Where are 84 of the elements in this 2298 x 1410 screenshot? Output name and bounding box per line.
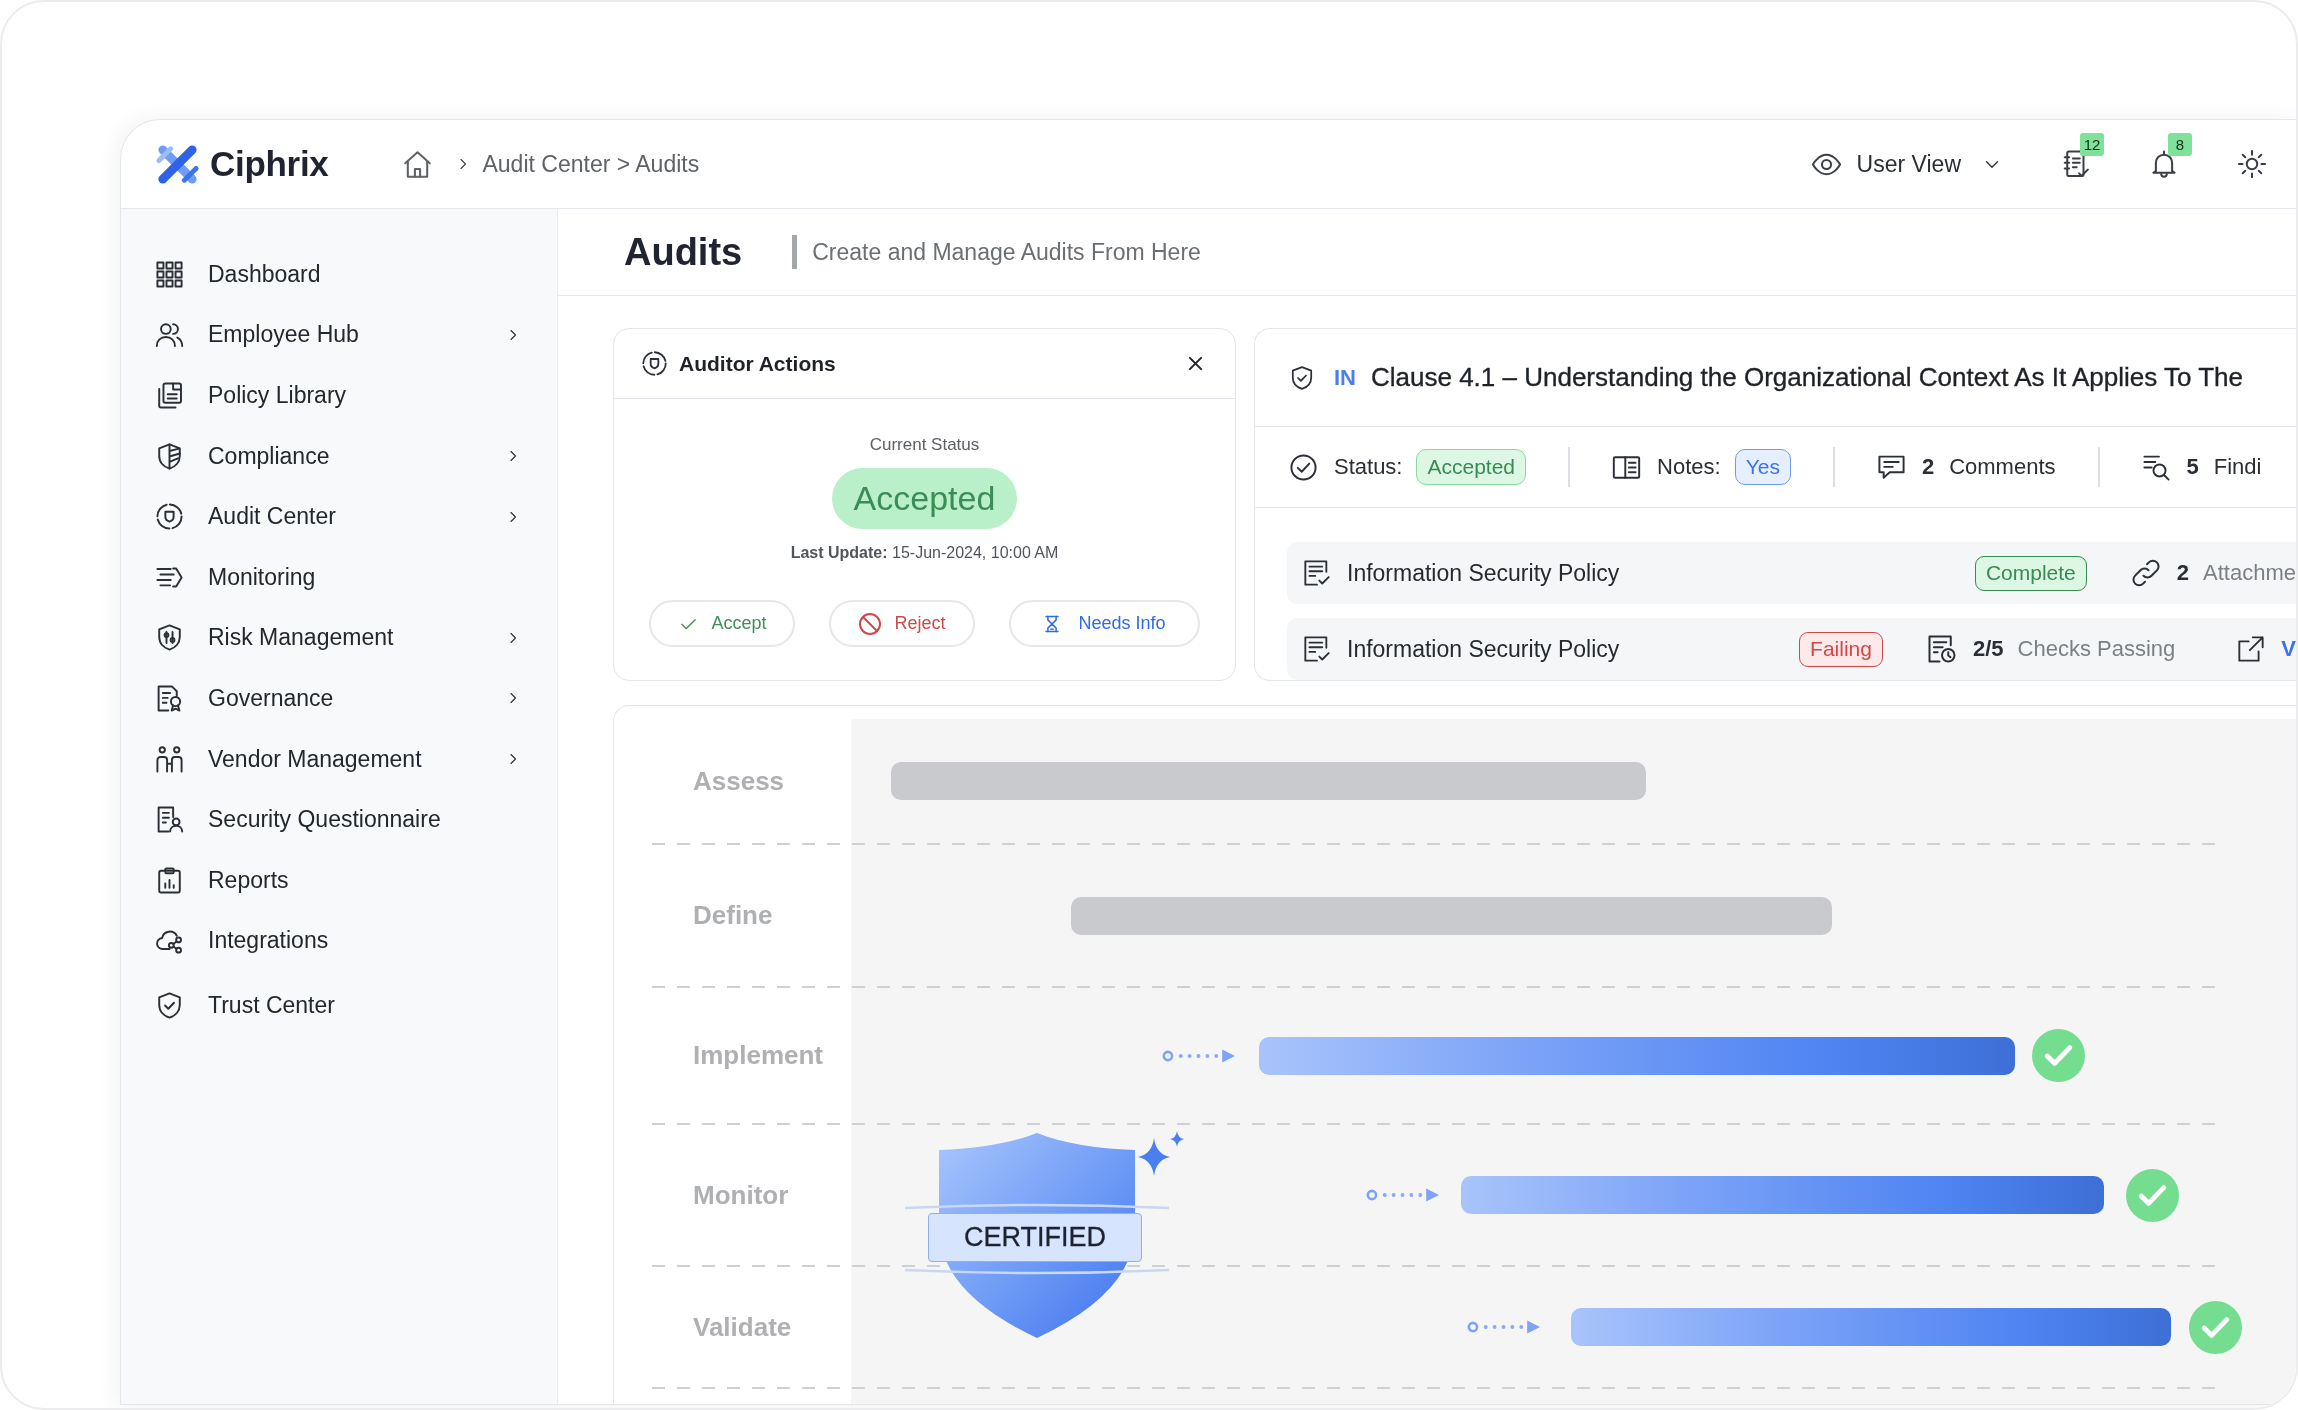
check-circle-icon — [2032, 1029, 2085, 1082]
sidebar-item[interactable]: Reports — [155, 849, 519, 911]
metric-label: Attachme — [2203, 560, 2296, 586]
external-link-icon[interactable] — [2237, 635, 2266, 663]
sidebar-item[interactable]: Policy Library — [155, 365, 519, 426]
page-title: Audits — [624, 230, 743, 274]
documents-icon — [155, 381, 184, 410]
sidebar-item[interactable]: Employee Hub — [155, 304, 519, 366]
sidebar-item[interactable]: Audit Center — [155, 486, 519, 547]
policy-title: Information Security Policy — [1347, 635, 1620, 663]
reject-button[interactable]: Reject — [829, 600, 975, 647]
sidebar-item[interactable]: Compliance — [155, 425, 519, 487]
document-check-icon — [1302, 635, 1332, 663]
sidebar-item[interactable]: Monitoring — [155, 546, 519, 608]
count-badge: 8 — [2168, 133, 2192, 156]
bell-icon[interactable] — [2149, 149, 2179, 179]
clipboard-chart-icon — [155, 865, 184, 895]
prohibited-icon — [858, 611, 883, 636]
people-pair-icon — [155, 744, 184, 774]
count-badge: 12 — [2080, 133, 2104, 156]
sidebar-item[interactable]: Trust Center — [155, 975, 519, 1036]
shield-ring-icon — [641, 350, 668, 377]
dotted-arrow-icon — [1467, 1319, 1541, 1335]
status-pill: Accepted — [831, 468, 1018, 529]
check-circle-icon — [2189, 1300, 2242, 1354]
link-icon — [2130, 558, 2161, 588]
checklist-icon[interactable] — [2061, 149, 2091, 179]
stage-label: Implement — [692, 1040, 825, 1071]
page-subtitle: Create and Manage Audits From Here — [812, 238, 1201, 266]
policy-title: Information Security Policy — [1347, 559, 1620, 587]
stage-label: Monitor — [692, 1179, 790, 1211]
sidebar-item[interactable]: Governance — [155, 668, 519, 729]
view-link[interactable]: V — [2281, 636, 2296, 662]
grid-icon — [155, 259, 184, 289]
last-update: Last Update: 15-Jun-2024, 10:00 AM — [790, 543, 1059, 563]
stage-label: Define — [692, 900, 774, 931]
status-badge: Accepted — [1416, 449, 1527, 485]
document-check-icon — [1302, 559, 1332, 587]
stat-label: Comments — [1949, 454, 2056, 480]
sidebar-item[interactable]: Integrations — [155, 910, 519, 972]
stat-label: Notes: — [1657, 454, 1721, 480]
document-award-icon — [155, 683, 184, 713]
check-circle-icon — [1289, 452, 1318, 482]
close-button[interactable] — [1188, 356, 1203, 371]
metric-label: Checks Passing — [2017, 636, 2176, 662]
view-selector[interactable]: User View — [1810, 148, 2003, 180]
document-person-icon — [155, 805, 184, 835]
sun-icon[interactable] — [2237, 149, 2267, 179]
brand-name: Ciphrix — [210, 144, 329, 184]
people-icon — [155, 320, 184, 350]
stat-count: 2 — [1921, 454, 1935, 480]
stage-label: Validate — [692, 1311, 793, 1343]
metric-count: 2 — [2176, 560, 2190, 586]
card-title: Auditor Actions — [679, 351, 836, 376]
certified-label: CERTIFIED — [928, 1213, 1142, 1262]
stage-label: Assess — [692, 765, 786, 797]
sidebar-item[interactable]: Vendor Management — [155, 728, 519, 790]
breadcrumb[interactable]: Audit Center > Audits — [482, 150, 700, 178]
shield-check-icon — [1289, 363, 1315, 392]
shield-icon — [155, 441, 184, 471]
needs-info-button[interactable]: Needs Info — [1008, 600, 1200, 647]
shield-sliders-icon — [155, 623, 184, 653]
clause-tag: IN — [1334, 364, 1356, 391]
clause-title: Clause 4.1 – Understanding the Organizational Context As It Applies To The — [1371, 362, 2244, 393]
close-icon — [1188, 356, 1203, 371]
stat-label: Status: — [1334, 454, 1403, 480]
home-icon[interactable] — [402, 148, 434, 180]
document-clock-icon — [1926, 634, 1957, 664]
status-badge: Complete — [1974, 555, 2087, 591]
status-caption: Current Status — [869, 434, 980, 456]
stat-count: 5 — [2186, 454, 2199, 480]
status-badge: Failing — [1799, 631, 1883, 667]
dotted-arrow-icon — [1162, 1047, 1236, 1064]
sidebar-item[interactable]: Security Questionnaire — [155, 789, 519, 850]
notes-badge: Yes — [1734, 449, 1791, 485]
shield-check-icon — [155, 990, 184, 1020]
check-circle-icon — [2126, 1168, 2179, 1222]
dotted-arrow-icon — [1366, 1187, 1440, 1203]
metric-count: 2/5 — [1972, 636, 2004, 662]
sidebar-item[interactable]: Dashboard — [155, 244, 519, 305]
sidebar-item[interactable]: Risk Management — [155, 607, 519, 669]
accept-button[interactable]: Accept — [649, 600, 796, 647]
stat-label: Findi — [2213, 454, 2262, 480]
shield-ring-icon — [155, 502, 184, 532]
